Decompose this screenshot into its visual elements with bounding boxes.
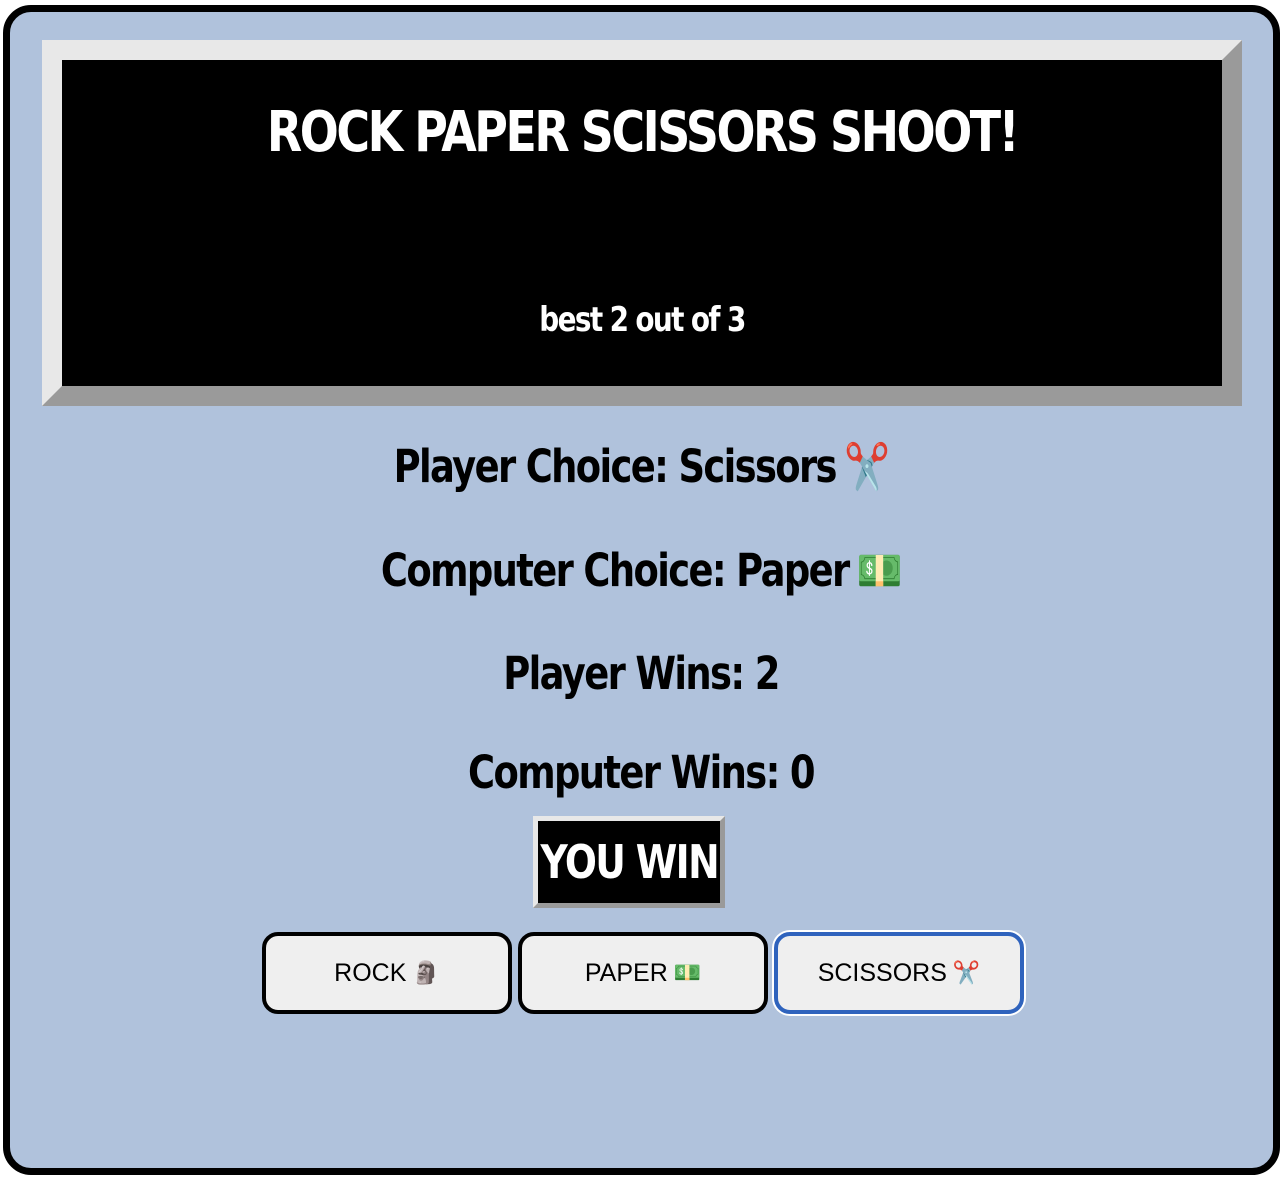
paper-button[interactable]: PAPER 💵 bbox=[518, 932, 768, 1014]
paper-button-label: PAPER bbox=[584, 958, 668, 987]
scissors-icon: ✂️ bbox=[844, 440, 890, 493]
result-badge: YOU WIN bbox=[533, 816, 725, 908]
player-wins: Player Wins: 2 bbox=[503, 647, 780, 700]
result-text: YOU WIN bbox=[540, 835, 719, 889]
page-title: ROCK PAPER SCISSORS SHOOT! bbox=[266, 100, 1020, 165]
game-subtitle: best 2 out of 3 bbox=[539, 300, 746, 340]
computer-choice: Computer Choice: Paper 💵 bbox=[115, 544, 1166, 597]
computer-choice-label: Computer Choice: Paper bbox=[380, 544, 850, 597]
rock-button[interactable]: ROCK 🗿 bbox=[262, 932, 512, 1014]
dollar-bill-icon: 💵 bbox=[856, 544, 903, 597]
computer-wins: Computer Wins: 0 bbox=[468, 746, 816, 799]
rock-button-label: ROCK bbox=[334, 958, 407, 987]
moai-icon: 🗿 bbox=[412, 960, 440, 985]
player-choice-label: Player Choice: Scissors bbox=[393, 440, 838, 493]
title-banner: ROCK PAPER SCISSORS SHOOT! best 2 out of… bbox=[42, 40, 1242, 406]
player-choice: Player Choice: Scissors ✂️ bbox=[115, 440, 1166, 493]
dollar-bill-icon: 💵 bbox=[673, 960, 702, 985]
scissors-icon: ✂️ bbox=[952, 960, 981, 985]
scissors-button[interactable]: SCISSORS ✂️ bbox=[774, 932, 1024, 1014]
scissors-button-label: SCISSORS bbox=[817, 958, 947, 987]
